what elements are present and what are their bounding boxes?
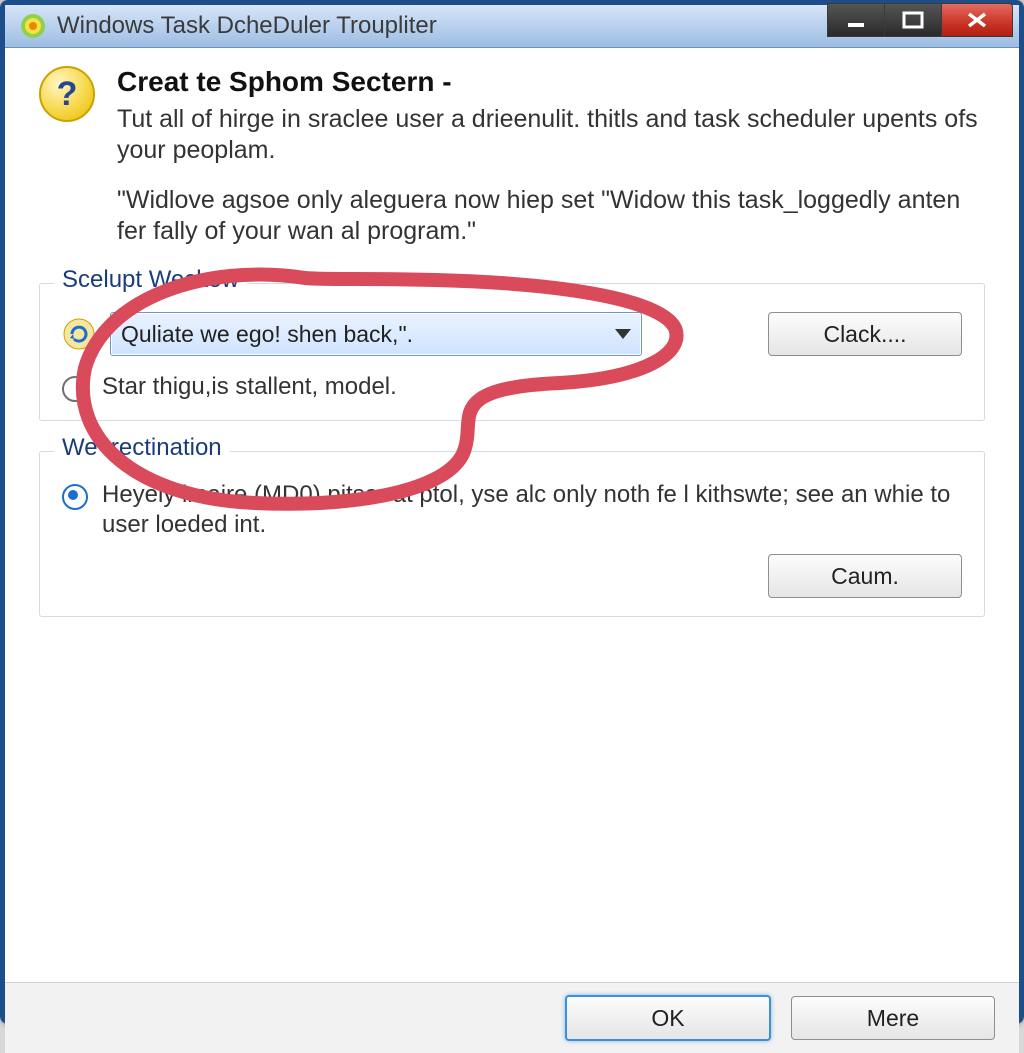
dialog-window: Windows Task DcheDuler Troupliter ? Crea… xyxy=(0,0,1024,1024)
radio-row-heyely[interactable]: Heyely imaire (MD0) pitser at ptol, yse … xyxy=(62,480,962,540)
dialog-desc-1: Tut all of hirge in sraclee user a driee… xyxy=(117,104,985,167)
action-combo[interactable]: Quliate we ego! shen back,". xyxy=(110,312,642,356)
group-trectination-legend: We trectination xyxy=(54,434,230,462)
caum-button[interactable]: Caum. xyxy=(768,554,962,598)
radio-heyely-label: Heyely imaire (MD0) pitser at ptol, yse … xyxy=(102,480,962,540)
clack-button[interactable]: Clack.... xyxy=(768,312,962,356)
dialog-footer: OK Mere xyxy=(5,982,1019,1053)
more-button[interactable]: Mere xyxy=(791,996,995,1040)
dialog-heading: Creat te Sphom Sectern - xyxy=(117,66,985,98)
caum-row: Caum. xyxy=(62,554,962,598)
titlebar: Windows Task DcheDuler Troupliter xyxy=(5,5,1019,48)
app-icon xyxy=(19,12,47,40)
header-text: Creat te Sphom Sectern - Tut all of hirg… xyxy=(117,66,985,247)
dialog-body: ? Creat te Sphom Sectern - Tut all of hi… xyxy=(5,48,1019,982)
radio-row-star[interactable]: Star thigu,is stallent, model. xyxy=(62,372,962,402)
group-trectination: We trectination Heyely imaire (MD0) pits… xyxy=(39,451,985,617)
refresh-icon xyxy=(62,317,96,351)
group-scelupt-legend: Scelupt Weckow xyxy=(54,266,247,294)
combo-value: Quliate we ego! shen back,". xyxy=(121,321,413,348)
group-scelupt: Scelupt Weckow Quliate we ego! shen back… xyxy=(39,283,985,421)
window-controls xyxy=(828,3,1013,37)
minimize-button[interactable] xyxy=(827,3,885,37)
chevron-down-icon xyxy=(615,329,631,339)
dialog-desc-2: "Widlove agsoe only aleguera now hiep se… xyxy=(117,185,985,248)
window-title: Windows Task DcheDuler Troupliter xyxy=(57,12,437,40)
ok-button[interactable]: OK xyxy=(565,995,771,1041)
radio-star-label: Star thigu,is stallent, model. xyxy=(102,372,962,402)
header-row: ? Creat te Sphom Sectern - Tut all of hi… xyxy=(39,66,985,247)
maximize-button[interactable] xyxy=(884,3,942,37)
combo-row: Quliate we ego! shen back,". Clack.... xyxy=(62,312,962,356)
question-icon: ? xyxy=(39,66,95,122)
radio-unchecked-icon xyxy=(62,376,88,402)
radio-checked-icon xyxy=(62,484,88,510)
close-button[interactable] xyxy=(941,3,1013,37)
